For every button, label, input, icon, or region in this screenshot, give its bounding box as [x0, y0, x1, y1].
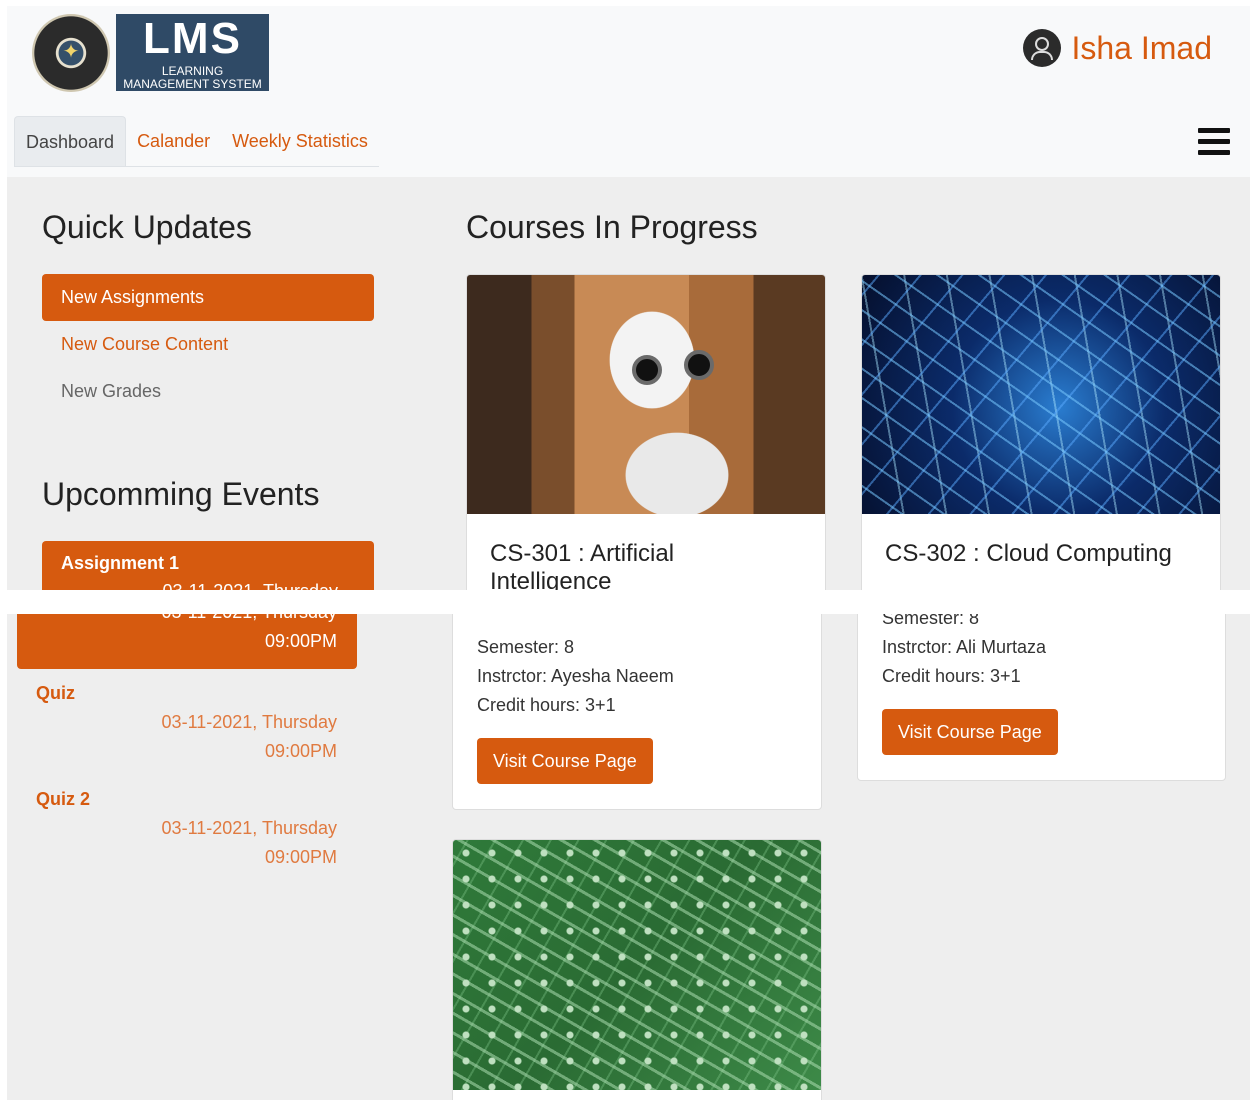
- course-card-cs302-cont[interactable]: Semester: 8 Instrctor: Ali Murtaza Credi…: [857, 614, 1226, 781]
- header: ✦ LMS LEARNING MANAGEMENT SYSTEM Isha Im…: [7, 6, 1250, 177]
- nav-tabs: Dashboard Calander Weekly Statistics: [14, 116, 379, 167]
- circuit-board-photo: [453, 840, 821, 1090]
- course-credit-hours: Credit hours: 3+1: [882, 666, 1021, 686]
- event-time: 09:00PM: [264, 631, 337, 651]
- user-profile[interactable]: Isha Imad: [1023, 28, 1212, 68]
- tab-dashboard[interactable]: Dashboard: [14, 116, 127, 166]
- event-title: Quiz: [36, 683, 75, 703]
- event-date: 03-11-2021, Thursday: [161, 712, 337, 732]
- course-card-cs302[interactable]: CS-302 : Cloud Computing: [861, 274, 1221, 590]
- tab-calander[interactable]: Calander: [126, 116, 221, 166]
- course-card-3[interactable]: [452, 839, 822, 1100]
- dashboard-top-pane: ✦ LMS LEARNING MANAGEMENT SYSTEM Isha Im…: [7, 6, 1250, 590]
- tab-weekly-statistics[interactable]: Weekly Statistics: [221, 116, 379, 166]
- visit-course-page-button[interactable]: Visit Course Page: [477, 738, 653, 784]
- event-time: 09:00PM: [264, 847, 337, 867]
- course-instructor: Instrctor: Ayesha Naeem: [477, 666, 674, 686]
- course-semester: Semester: 8: [882, 614, 980, 628]
- course-instructor: Instrctor: Ali Murtaza: [882, 637, 1047, 657]
- network-photo: [862, 275, 1220, 514]
- event-time: 09:00PM: [264, 741, 337, 761]
- hamburger-menu-icon[interactable]: [1198, 128, 1230, 155]
- user-name[interactable]: Isha Imad: [1071, 28, 1212, 68]
- course-credit-hours: Credit hours: 3+1: [477, 695, 616, 715]
- event-date: 03-11-2021, Thursday: [163, 581, 338, 590]
- upcoming-events-title: Upcomming Events: [42, 476, 320, 512]
- event-date: 03-11-2021, Thursday: [162, 614, 337, 623]
- course-card-cs301[interactable]: CS-301 : Artificial Intelligence: [466, 274, 826, 590]
- event-assignment-1[interactable]: Assignment 1 03-11-2021, Thursday: [42, 541, 374, 590]
- lms-logo[interactable]: LMS LEARNING MANAGEMENT SYSTEM: [116, 14, 269, 91]
- event-date: 03-11-2021, Thursday: [161, 818, 337, 838]
- course-semester: Semester: 8: [477, 637, 575, 657]
- robot-photo: [467, 275, 825, 514]
- visit-course-page-button[interactable]: Visit Course Page: [882, 709, 1058, 755]
- update-new-assignments[interactable]: New Assignments: [42, 274, 374, 321]
- course-card-cs301-cont[interactable]: Semester: 8 Instrctor: Ayesha Naeem Cred…: [452, 614, 822, 810]
- update-new-course-content[interactable]: New Course Content: [42, 321, 374, 368]
- update-new-grades[interactable]: New Grades: [42, 368, 374, 415]
- event-title: Assignment 1: [61, 553, 180, 573]
- course-title-line2: Intelligence: [490, 568, 612, 590]
- event-title: Quiz 2: [36, 789, 91, 809]
- user-circle-icon[interactable]: [1023, 29, 1062, 67]
- event-assignment-1-cont[interactable]: 03-11-2021, Thursday 09:00PM: [17, 614, 357, 669]
- course-title: CS-302 : Cloud Computing: [885, 540, 1172, 567]
- college-seal-icon: ✦: [32, 14, 110, 92]
- courses-title: Courses In Progress: [466, 209, 758, 245]
- course-title-line1: CS-301 : Artificial: [490, 540, 675, 567]
- quick-updates-title: Quick Updates: [42, 209, 252, 245]
- dashboard-bottom-pane: 03-11-2021, Thursday 09:00PM Quiz 03-11-…: [7, 614, 1250, 1100]
